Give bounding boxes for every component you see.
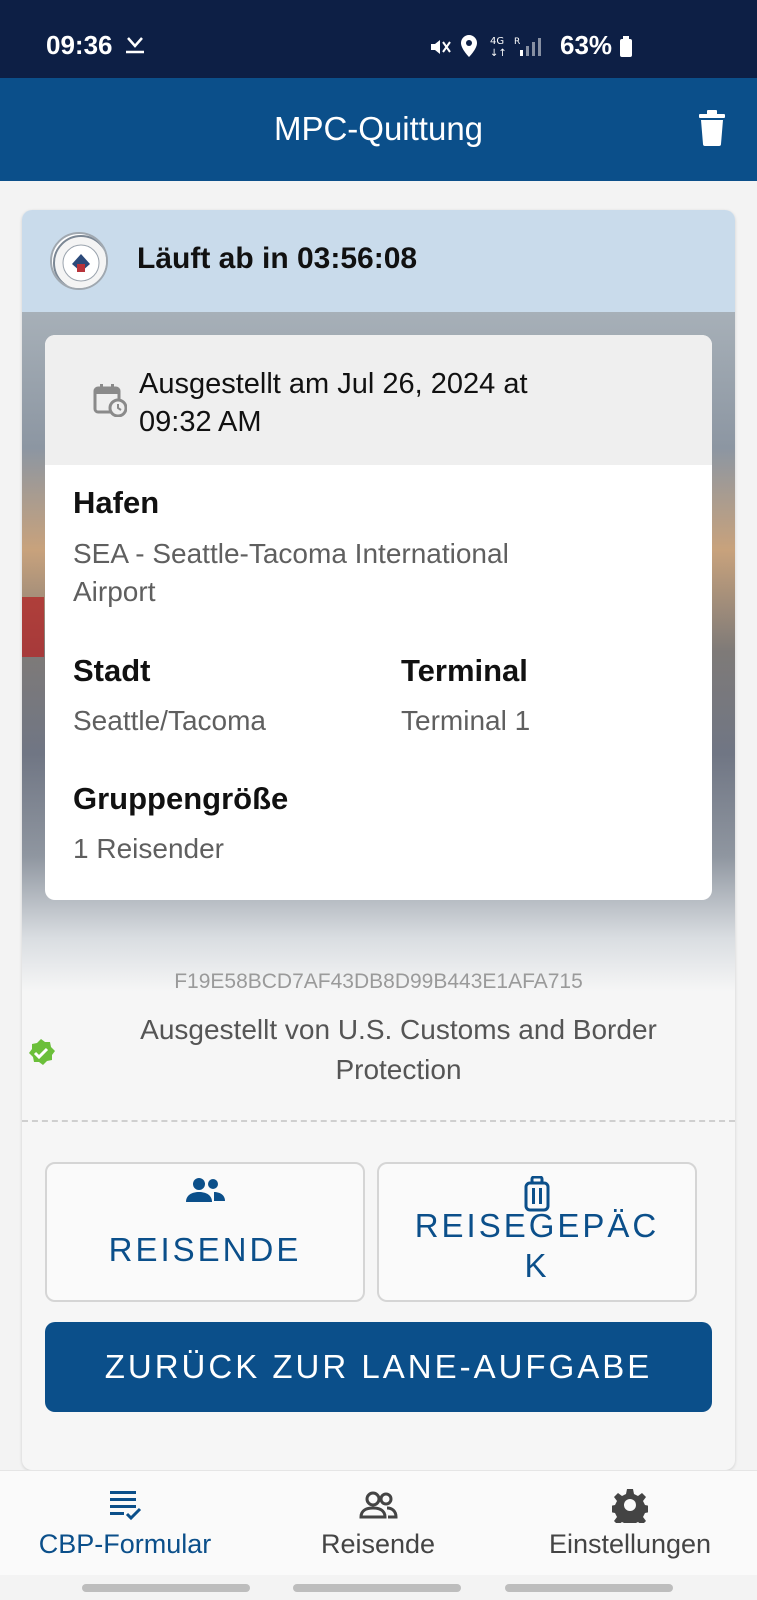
receipt-card: Läuft ab in 03:56:08 Ausgestellt am Jul … xyxy=(22,210,735,1470)
gesture-bar-right xyxy=(505,1584,673,1592)
city-value: Seattle/Tacoma xyxy=(73,705,266,736)
luggage-button-label: REISEGEPÄC K xyxy=(389,1206,685,1286)
group-size-label: Gruppengröße xyxy=(73,781,289,816)
dashed-divider xyxy=(22,1120,735,1122)
nav-settings-label: Einstellungen xyxy=(548,1529,712,1559)
battery-icon xyxy=(619,36,633,62)
port-label: Hafen xyxy=(73,485,160,520)
page-title: MPC-Quittung xyxy=(273,110,484,147)
port-value: SEA - Seattle-Tacoma International Airpo… xyxy=(73,535,509,611)
mute-icon xyxy=(428,36,452,62)
nav-cbp-form-label: CBP-Formular xyxy=(38,1529,212,1559)
nav-settings[interactable]: Einstellungen xyxy=(505,1485,755,1560)
bottom-navigation: CBP-Formular Reisende Einstellungen xyxy=(0,1470,757,1575)
signal-icon: 4G ↓↑ R xyxy=(490,34,546,62)
svg-text:R: R xyxy=(514,37,520,47)
issuer-line2: Protection xyxy=(335,1054,462,1085)
gesture-bar-left xyxy=(82,1584,250,1592)
download-icon xyxy=(124,34,146,58)
nav-travelers-label: Reisende xyxy=(320,1529,436,1559)
gear-icon xyxy=(505,1485,755,1525)
app-bar: MPC-Quittung xyxy=(0,78,757,181)
back-to-lane-button[interactable]: ZURÜCK ZUR LANE-AUFGABE xyxy=(45,1322,712,1412)
luggage-button[interactable]: REISEGEPÄC K xyxy=(377,1162,697,1302)
travelers-button-label: REISENDE xyxy=(108,1231,302,1268)
issuer-text: Ausgestellt von U.S. Customs and Border … xyxy=(82,1010,715,1090)
group-size-value: 1 Reisender xyxy=(73,833,224,864)
status-bar: 09:36 4G ↓↑ R 63% xyxy=(0,0,757,78)
people-icon xyxy=(47,1176,363,1206)
cbp-seal-icon xyxy=(50,232,108,290)
status-time: 09:36 xyxy=(46,30,113,60)
nav-travelers[interactable]: Reisende xyxy=(253,1485,503,1560)
issue-date-section: Ausgestellt am Jul 26, 2024 at 09:32 AM xyxy=(45,335,712,465)
receipt-hash: F19E58BCD7AF43DB8D99B443E1AFA715 xyxy=(174,970,583,993)
location-icon xyxy=(459,34,479,62)
receipt-details: Ausgestellt am Jul 26, 2024 at 09:32 AM … xyxy=(45,335,712,900)
delete-button[interactable] xyxy=(697,110,727,150)
luggage-label-line2: K xyxy=(524,1247,550,1284)
svg-text:↓↑: ↓↑ xyxy=(490,48,507,58)
city-label: Stadt xyxy=(73,653,151,688)
gesture-bar-center xyxy=(293,1584,461,1592)
travelers-button[interactable]: REISENDE xyxy=(45,1162,365,1302)
terminal-value: Terminal 1 xyxy=(401,705,531,736)
expiry-countdown: Läuft ab in 03:56:08 xyxy=(137,242,418,275)
battery-percent: 63% xyxy=(560,30,613,60)
luggage-label-line1: REISEGEPÄC xyxy=(414,1207,660,1244)
verified-badge-icon xyxy=(26,1038,56,1072)
terminal-label: Terminal xyxy=(401,653,528,688)
port-value-line1: SEA - Seattle-Tacoma International xyxy=(73,538,509,569)
card-header: Läuft ab in 03:56:08 xyxy=(22,210,735,312)
svg-text:4G: 4G xyxy=(490,36,504,47)
people-icon xyxy=(253,1485,503,1525)
form-icon xyxy=(0,1485,250,1525)
issue-date: Ausgestellt am Jul 26, 2024 at 09:32 AM xyxy=(139,365,528,441)
calendar-clock-icon xyxy=(93,383,128,421)
nav-cbp-form[interactable]: CBP-Formular xyxy=(0,1485,250,1560)
trash-icon xyxy=(699,110,725,146)
issue-date-line1: Ausgestellt am Jul 26, 2024 at xyxy=(139,368,528,400)
port-value-line2: Airport xyxy=(73,576,156,607)
issuer-line1: Ausgestellt von U.S. Customs and Border xyxy=(140,1014,657,1045)
issue-date-line2: 09:32 AM xyxy=(139,406,262,438)
